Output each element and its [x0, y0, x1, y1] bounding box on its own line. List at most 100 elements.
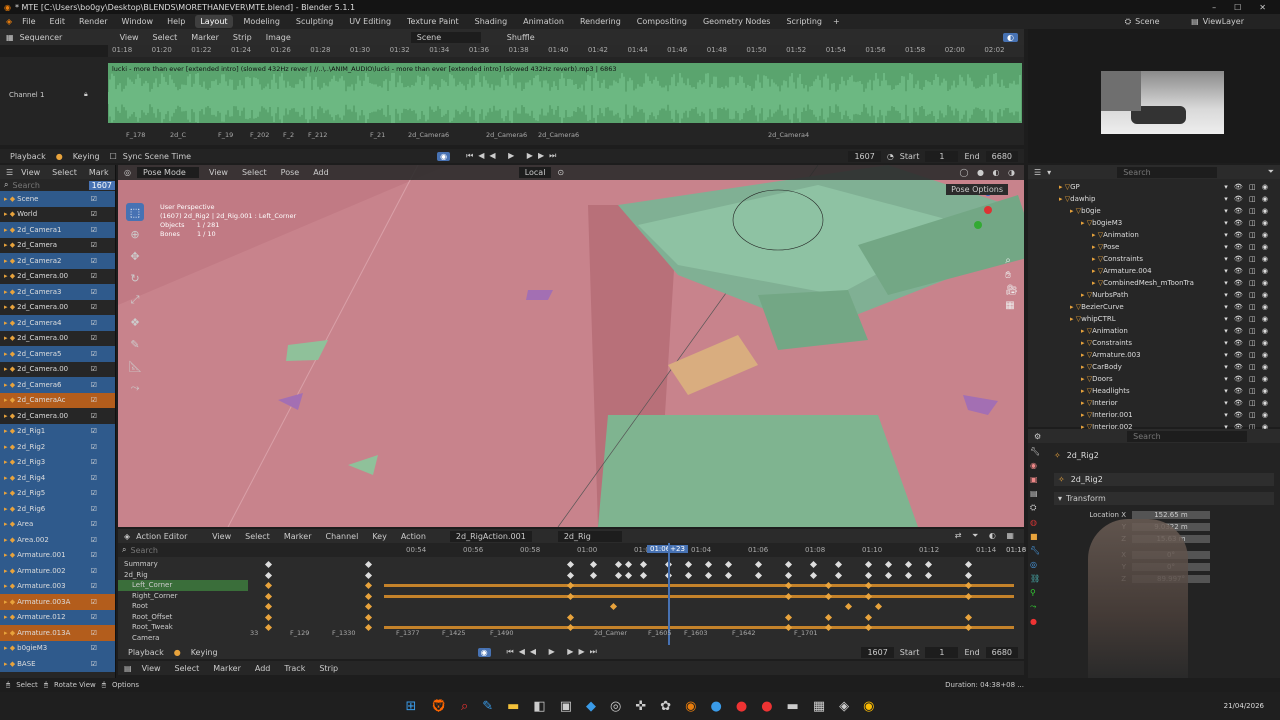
pose-options[interactable]: Pose Options [946, 184, 1008, 195]
seq-shuffle[interactable]: Shuffle [507, 33, 547, 42]
visibility-checkbox-icon[interactable]: ☑ [91, 489, 115, 497]
visibility-toggles-icon[interactable]: ▾ 👁︎ ◫ ◉ [1224, 243, 1280, 251]
outliner-menu-mark[interactable]: Mark [85, 167, 113, 178]
keyframe[interactable] [364, 602, 373, 611]
tab-layout[interactable]: Layout [195, 15, 233, 28]
left-outliner-item[interactable]: ▸ ◆ 2d_Camera.00 ☑ [0, 408, 115, 424]
ae-marker-label[interactable]: F_1425 [442, 629, 466, 637]
visibility-toggles-icon[interactable]: ▾ 👁︎ ◫ ◉ [1224, 351, 1280, 359]
explorer-icon[interactable]: ▬ [507, 699, 519, 714]
pan-icon[interactable]: ✋︎ [1005, 270, 1018, 281]
props-data-name[interactable]: 2d_Rig2 [1071, 475, 1103, 484]
frame-field[interactable]: 1607 [848, 150, 881, 162]
left-outliner-item[interactable]: ▸ ◆ 2d_Camera.00 ☑ [0, 269, 115, 285]
annotate-tool-icon[interactable]: ✎ [126, 335, 144, 353]
ae-marker-label[interactable]: F_1377 [396, 629, 420, 637]
sequencer-area[interactable]: Channel 1 🔒︎ lucki - more than ever [ext… [0, 57, 1024, 145]
right-outliner-item[interactable]: ▸ ▽ whipCTRL ▾ 👁︎ ◫ ◉ [1028, 313, 1280, 325]
keyframe[interactable] [864, 571, 873, 579]
vp-menu-add[interactable]: Add [309, 167, 333, 178]
ae-channel-row[interactable]: Left_Corner [118, 580, 248, 591]
ae-channel-row[interactable]: Root [118, 601, 248, 612]
output-tab-icon[interactable]: ▣ [1030, 475, 1040, 484]
keyframe[interactable] [264, 613, 273, 621]
ae-menu-view[interactable]: View [208, 531, 235, 542]
right-outliner-item[interactable]: ▸ ▽ GP ▾ 👁︎ ◫ ◉ [1028, 181, 1280, 193]
keyframe[interactable] [824, 613, 833, 621]
marker-label[interactable]: 2d_Camera6 [486, 131, 527, 139]
end-field[interactable]: 6680 [985, 150, 1018, 162]
loc-x-field[interactable]: 152.65 m [1132, 511, 1210, 519]
tl-playback-menu[interactable]: Playback [124, 647, 168, 658]
keyframe[interactable] [566, 613, 575, 621]
left-outliner-item[interactable]: ▸ ◆ BASE ☑ [0, 656, 115, 672]
tl-menu-add[interactable]: Add [251, 663, 275, 674]
right-outliner-item[interactable]: ▸ ▽ Doors ▾ 👁︎ ◫ ◉ [1028, 373, 1280, 385]
keyframe[interactable] [624, 571, 633, 579]
keyframe[interactable] [754, 571, 763, 579]
visibility-toggles-icon[interactable]: ▾ 👁︎ ◫ ◉ [1224, 315, 1280, 323]
keyframe[interactable] [624, 560, 633, 569]
left-outliner-item[interactable]: ▸ ◆ Scene ☑ [0, 191, 115, 207]
app-icon-2[interactable]: ◧ [533, 699, 545, 714]
tl-start-field[interactable]: 1 [925, 646, 959, 658]
visibility-checkbox-icon[interactable]: ☑ [91, 443, 115, 451]
transform-header[interactable]: ▾ Transform [1054, 492, 1274, 505]
keyframe[interactable] [364, 592, 373, 600]
right-filter-icon[interactable]: ▾ [1047, 168, 1051, 177]
left-outliner-item[interactable]: ▸ ◆ 2d_Camera.00 ☑ [0, 362, 115, 378]
minimize-icon[interactable]: – [1212, 3, 1216, 12]
right-outliner-item[interactable]: ▸ ▽ Interior ▾ 👁︎ ◫ ◉ [1028, 397, 1280, 409]
visibility-toggles-icon[interactable]: ▾ 👁︎ ◫ ◉ [1224, 303, 1280, 311]
visibility-checkbox-icon[interactable]: ☑ [91, 520, 115, 528]
right-outliner-item[interactable]: ▸ ▽ Armature.003 ▾ 👁︎ ◫ ◉ [1028, 349, 1280, 361]
visibility-checkbox-icon[interactable]: ☑ [91, 644, 115, 652]
left-outliner-item[interactable]: ▸ ◆ Armature.003A ☑ [0, 594, 115, 610]
menu-file[interactable]: File [18, 16, 39, 27]
keyframe[interactable] [964, 571, 973, 579]
ae-search-input[interactable]: Search [130, 546, 157, 555]
outliner-type-icon[interactable]: ☰ [6, 168, 13, 177]
modifier-tab-icon[interactable]: 🔧︎ [1030, 546, 1040, 555]
tab-shading[interactable]: Shading [470, 15, 513, 28]
tl-keying-menu[interactable]: Keying [187, 647, 222, 658]
keyframe[interactable] [754, 560, 763, 569]
ae-marker-label[interactable]: F_1603 [684, 629, 708, 637]
keyframe[interactable] [809, 560, 818, 569]
pivot-icon[interactable]: ⊙ [557, 168, 564, 177]
keyframe[interactable] [589, 571, 598, 579]
keyframe[interactable] [609, 602, 618, 611]
keyframe[interactable] [884, 560, 893, 569]
right-outliner-item[interactable]: ▸ ▽ dawhip ▾ 👁︎ ◫ ◉ [1028, 193, 1280, 205]
left-outliner-item[interactable]: ▸ ◆ 2d_Camera1 ☑ [0, 222, 115, 238]
sync-scene-time[interactable]: Sync Scene Time [123, 152, 191, 161]
ae-channel-row[interactable]: Root_Offset [118, 612, 248, 623]
app-icon-7[interactable]: ● [711, 699, 722, 714]
visibility-checkbox-icon[interactable]: ☑ [91, 365, 115, 373]
visibility-checkbox-icon[interactable]: ☑ [91, 303, 115, 311]
ae-marker-label[interactable]: F_1642 [732, 629, 756, 637]
transform-tool-icon[interactable]: ❖ [126, 313, 144, 331]
keyframe[interactable] [364, 581, 373, 590]
marker-label[interactable]: 2d_Camera6 [408, 131, 449, 139]
visibility-toggles-icon[interactable]: ▾ 👁︎ ◫ ◉ [1224, 195, 1280, 203]
ae-marker-label[interactable]: 2d_Camer [594, 629, 627, 637]
ae-ruler[interactable]: 00:54 00:56 00:58 01:00 01:02 01:04 01:06 01:08… [266, 543, 1026, 557]
keyframe[interactable] [784, 571, 793, 579]
visibility-toggles-icon[interactable]: ▾ 👁︎ ◫ ◉ [1224, 339, 1280, 347]
visibility-toggles-icon[interactable]: ▾ 👁︎ ◫ ◉ [1224, 183, 1280, 191]
app-icon-3[interactable]: ▣ [560, 699, 572, 714]
keyframe[interactable] [614, 571, 623, 579]
tab-texture-paint[interactable]: Texture Paint [402, 15, 464, 28]
nav-gizmo[interactable]: ⌕ ✋︎ 🎥︎ ▦ [1005, 255, 1018, 311]
tl-menu-select[interactable]: Select [171, 663, 204, 674]
editor-type-icon[interactable]: ▦ [6, 33, 14, 42]
left-outliner-item[interactable]: ▸ ◆ 2d_Rig1 ☑ [0, 423, 115, 439]
outliner-menu-view[interactable]: View [17, 167, 44, 178]
left-outliner-item[interactable]: ▸ ◆ 2d_Rig2 ☑ [0, 439, 115, 455]
maximize-icon[interactable]: ☐ [1234, 3, 1241, 12]
tl-menu-track[interactable]: Track [280, 663, 309, 674]
visibility-toggles-icon[interactable]: ▾ 👁︎ ◫ ◉ [1224, 267, 1280, 275]
camera-view-icon[interactable]: 🎥︎ [1005, 285, 1018, 296]
scene-selector[interactable]: ⛭ Scene [1125, 17, 1185, 27]
